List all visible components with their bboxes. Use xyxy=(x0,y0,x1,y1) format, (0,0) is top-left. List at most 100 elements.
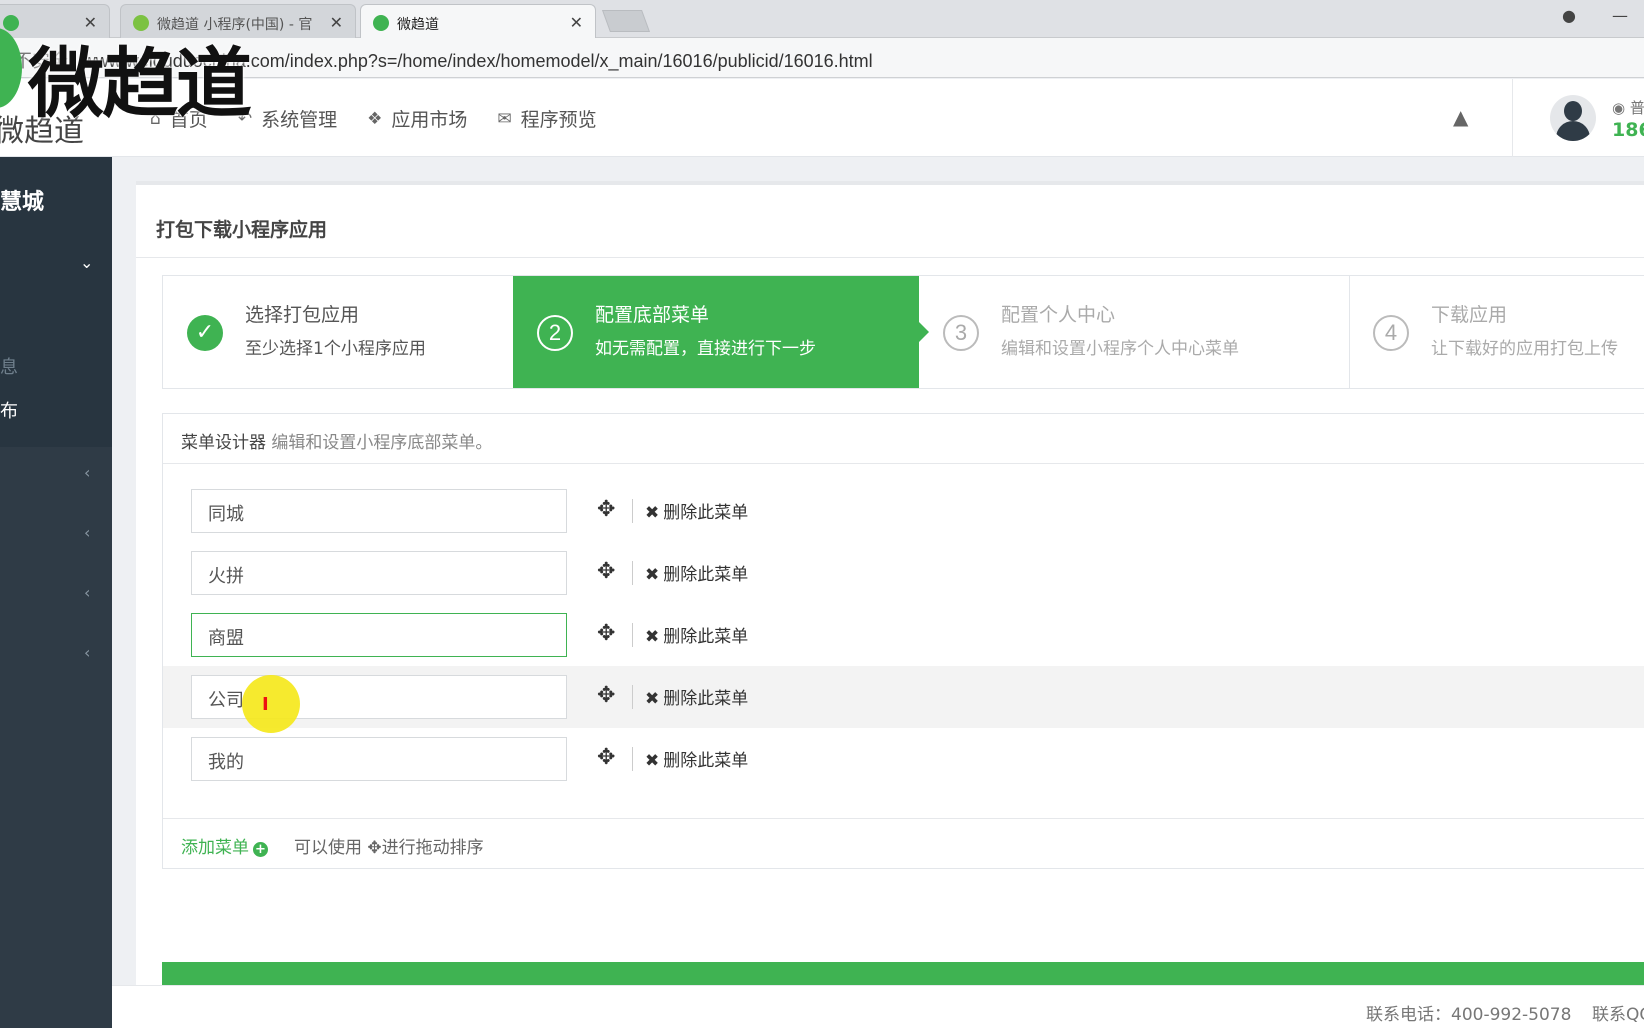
nav-label: 应用市场 xyxy=(391,109,468,131)
avatar[interactable] xyxy=(1550,95,1596,141)
add-menu-label: 添加菜单 xyxy=(181,838,249,858)
watermark: 微趋道 xyxy=(28,39,252,128)
step-user-center[interactable]: 3 配置个人中心 编辑和设置小程序个人中心菜单 xyxy=(919,276,1349,388)
nav-system[interactable]: ↶ 系统管理 xyxy=(238,105,337,132)
delete-label: 删除此菜单 xyxy=(663,751,749,771)
hint-suffix: 进行拖动排序 xyxy=(381,838,484,858)
profile-icon[interactable]: ● xyxy=(1562,6,1576,25)
designer-title: 菜单设计器 xyxy=(181,433,266,453)
drag-hint: 可以使用 ✥进行拖动排序 xyxy=(294,838,484,858)
minimize-icon[interactable]: — xyxy=(1612,6,1628,25)
close-icon: ✖ xyxy=(645,689,660,709)
step-subtitle: 至少选择1个小程序应用 xyxy=(245,339,426,359)
menu-row: 我的 ✥ ✖ 删除此菜单 xyxy=(163,728,1644,790)
check-icon: ✓ xyxy=(187,315,223,351)
divider xyxy=(632,685,633,709)
bell-icon[interactable]: ▲ xyxy=(1453,105,1468,129)
divider xyxy=(632,499,633,523)
chevron-left-icon[interactable]: ‹ xyxy=(84,643,90,662)
step-subtitle: 编辑和设置小程序个人中心菜单 xyxy=(1001,339,1239,359)
menu-row: 商盟 ✥ ✖ 删除此菜单 xyxy=(163,604,1644,666)
menu-row: 同城 ✥ ✖ 删除此菜单 xyxy=(163,480,1644,542)
delete-menu-button[interactable]: ✖ 删除此菜单 xyxy=(645,560,748,585)
designer-footer: 添加菜单 + 可以使用 ✥进行拖动排序 xyxy=(163,818,1644,870)
add-menu-link[interactable]: 添加菜单 + xyxy=(181,838,268,858)
divider xyxy=(632,561,633,585)
page-footer: 联系电话：400-992-5078 联系QQ xyxy=(112,985,1644,1028)
move-icon[interactable]: ✥ xyxy=(597,559,615,584)
page-title: 打包下载小程序应用 xyxy=(156,219,328,241)
sidebar-item-info[interactable]: 息 xyxy=(0,353,18,379)
menu-name-input[interactable]: 火拼 xyxy=(191,551,567,595)
avatar-body xyxy=(1556,121,1590,141)
tab-label: 微趋道 xyxy=(397,17,439,33)
menu-row: 火拼 ✥ ✖ 删除此菜单 xyxy=(163,542,1644,604)
delete-menu-button[interactable]: ✖ 删除此菜单 xyxy=(645,622,748,647)
chevron-left-icon[interactable]: ‹ xyxy=(84,583,90,602)
header-divider xyxy=(1512,79,1513,157)
step-number: 2 xyxy=(537,315,573,351)
cursor-highlight xyxy=(242,675,300,733)
user-name-text: 普 xyxy=(1629,99,1644,117)
delete-menu-button[interactable]: ✖ 删除此菜单 xyxy=(645,498,748,523)
tab-favicon-icon xyxy=(373,15,389,31)
close-icon: ✖ xyxy=(645,627,660,647)
sidebar: 慧城 ⌄ 息 布 ‹ ‹ ‹ ‹ xyxy=(0,157,112,1028)
browser-tab-active[interactable]: 微趋道 ✕ xyxy=(360,4,596,38)
nav-preview[interactable]: ✉ 程序预览 xyxy=(497,105,596,132)
move-icon: ✥ xyxy=(367,838,382,858)
step-title: 配置底部菜单 xyxy=(595,304,710,326)
move-icon[interactable]: ✥ xyxy=(597,745,615,770)
step-number: 3 xyxy=(943,315,979,351)
menu-name-input[interactable]: 我的 xyxy=(191,737,567,781)
step-number: 4 xyxy=(1373,315,1409,351)
divider xyxy=(136,257,1644,258)
wizard-steps: ✓ 选择打包应用 至少选择1个小程序应用 2 配置底部菜单 如无需配置，直接进行… xyxy=(162,275,1644,389)
main-panel: 打包下载小程序应用 ✓ 选择打包应用 至少选择1个小程序应用 2 配置底部菜单 … xyxy=(136,181,1644,1022)
sidebar-top: 慧城 ⌄ 息 布 xyxy=(0,157,112,447)
delete-menu-button[interactable]: ✖ 删除此菜单 xyxy=(645,746,748,771)
chevron-left-icon[interactable]: ‹ xyxy=(84,463,90,482)
cubes-icon: ❖ xyxy=(367,108,383,129)
contact-phone: 联系电话：400-992-5078 xyxy=(1366,1005,1572,1025)
user-name[interactable]: ◉ 普 xyxy=(1612,97,1644,118)
tab-favicon-icon xyxy=(3,15,19,31)
chevron-down-icon[interactable]: ⌄ xyxy=(80,253,93,272)
step-select-app[interactable]: ✓ 选择打包应用 至少选择1个小程序应用 xyxy=(163,276,514,388)
delete-label: 删除此菜单 xyxy=(663,627,749,647)
sidebar-item-publish[interactable]: 布 xyxy=(0,397,18,423)
delete-label: 删除此菜单 xyxy=(663,689,749,709)
user-icon: ◉ xyxy=(1612,99,1630,117)
nav-market[interactable]: ❖ 应用市场 xyxy=(367,105,467,132)
close-icon: ✖ xyxy=(645,751,660,771)
delete-menu-button[interactable]: ✖ 删除此菜单 xyxy=(645,684,748,709)
designer-desc: 编辑和设置小程序底部菜单。 xyxy=(266,433,493,453)
plus-circle-icon: + xyxy=(253,842,268,857)
contact-qq: 联系QQ xyxy=(1592,1005,1644,1025)
delete-label: 删除此菜单 xyxy=(663,565,749,585)
wechat-icon: ✉ xyxy=(497,108,512,129)
divider xyxy=(632,623,633,647)
step-bottom-menu[interactable]: 2 配置底部菜单 如无需配置，直接进行下一步 xyxy=(513,276,929,388)
tab-close-icon[interactable]: ✕ xyxy=(330,13,343,32)
move-icon[interactable]: ✥ xyxy=(597,497,615,522)
chevron-left-icon[interactable]: ‹ xyxy=(84,523,90,542)
new-tab-button[interactable] xyxy=(601,10,651,32)
step-title: 选择打包应用 xyxy=(245,304,360,326)
menu-name-input[interactable]: 商盟 xyxy=(191,613,567,657)
step-download[interactable]: 4 下载应用 让下载好的应用打包上传 xyxy=(1349,276,1644,388)
nav-label: 系统管理 xyxy=(261,109,338,131)
tab-close-icon[interactable]: ✕ xyxy=(570,13,583,32)
step-subtitle: 如无需配置，直接进行下一步 xyxy=(595,339,816,359)
move-icon[interactable]: ✥ xyxy=(597,621,615,646)
close-icon: ✖ xyxy=(645,503,660,523)
close-icon: ✖ xyxy=(645,565,660,585)
menu-name-input[interactable]: 同城 xyxy=(191,489,567,533)
divider xyxy=(632,747,633,771)
user-number: 186 xyxy=(1612,119,1644,141)
move-icon[interactable]: ✥ xyxy=(597,683,615,708)
designer-header: 菜单设计器 编辑和设置小程序底部菜单。 xyxy=(163,414,1644,464)
avatar-head xyxy=(1564,101,1582,121)
menu-row: 公司 ✥ ✖ 删除此菜单 xyxy=(163,666,1644,728)
sidebar-title: 慧城 xyxy=(0,190,45,215)
